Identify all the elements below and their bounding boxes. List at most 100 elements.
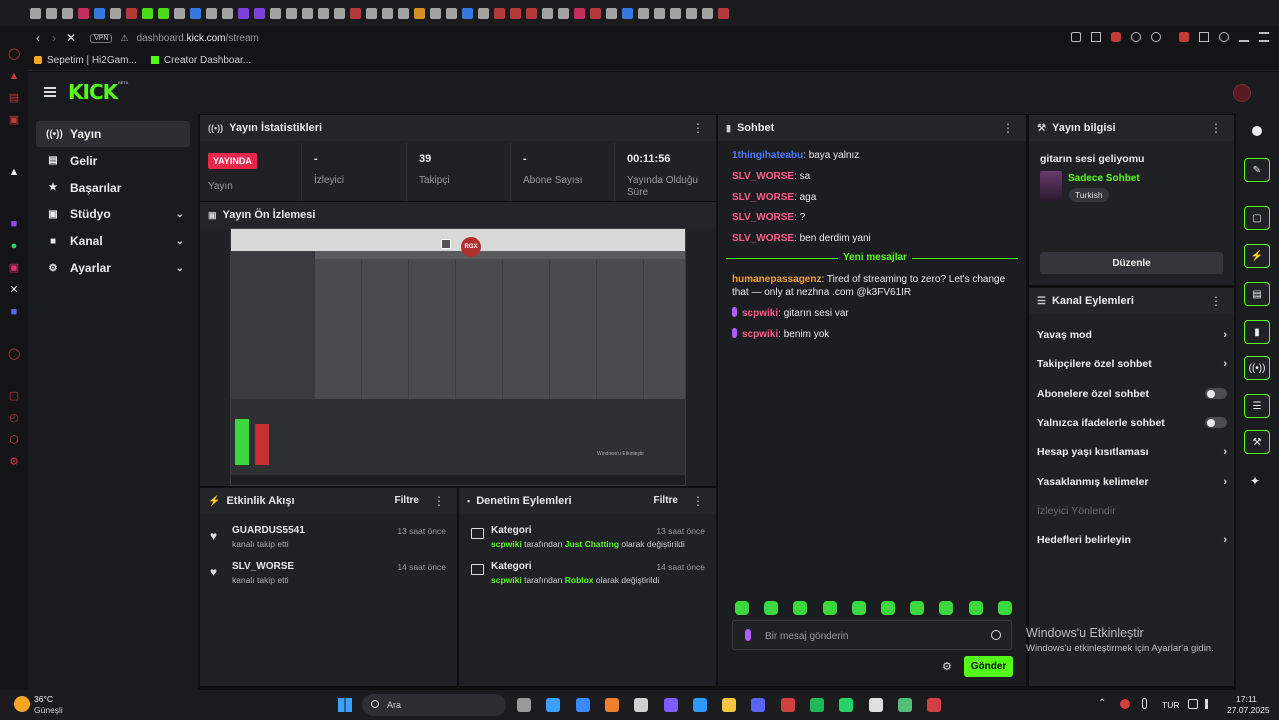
- browser-tab[interactable]: [350, 7, 361, 19]
- shield-icon[interactable]: [1111, 32, 1121, 42]
- lightning-tool-button[interactable]: ⚡: [1244, 244, 1270, 268]
- category-link[interactable]: Sadece Sohbet: [1068, 173, 1140, 184]
- browser-tab[interactable]: [206, 7, 217, 19]
- browser-tab[interactable]: [366, 7, 377, 19]
- pin-icon[interactable]: ▢: [8, 390, 20, 402]
- browser-tab[interactable]: [638, 7, 649, 19]
- browser-tab[interactable]: [190, 7, 201, 19]
- chat-username[interactable]: 1thingihateabu: [732, 150, 803, 161]
- emote-icon[interactable]: [910, 601, 925, 615]
- emote-icon[interactable]: [764, 601, 779, 615]
- taskbar-app-icon[interactable]: [692, 698, 707, 712]
- browser-tab[interactable]: [302, 7, 313, 19]
- volume-icon[interactable]: [1205, 699, 1215, 709]
- browser-tab[interactable]: [174, 7, 185, 19]
- kick-logo[interactable]: KICK BETA: [68, 80, 128, 104]
- channel-action-item[interactable]: Takipçilere özel sohbet ›: [1037, 351, 1227, 377]
- chat-username[interactable]: humanepassagenz: [732, 274, 821, 285]
- mod-user[interactable]: scpwiki: [491, 575, 522, 585]
- taskbar-app-icon[interactable]: [780, 698, 795, 712]
- emote-icon[interactable]: [997, 601, 1012, 615]
- browser-tab[interactable]: [718, 7, 729, 19]
- taskbar-app-icon[interactable]: [722, 698, 737, 712]
- browser-tab[interactable]: [606, 7, 617, 19]
- chat-tool-button[interactable]: ▮: [1244, 320, 1270, 344]
- mod-user[interactable]: scpwiki: [491, 539, 522, 549]
- instagram-icon[interactable]: ▣: [8, 262, 20, 274]
- taskbar-app-icon[interactable]: [751, 698, 766, 712]
- menu-icon[interactable]: [1259, 32, 1269, 42]
- browser-tab[interactable]: [318, 7, 329, 19]
- vpn-badge[interactable]: VPN: [90, 33, 113, 43]
- edit-button[interactable]: Düzenle: [1040, 252, 1223, 274]
- emote-icon[interactable]: [735, 601, 749, 615]
- browser-tab[interactable]: [78, 7, 89, 19]
- browser-tab[interactable]: [398, 7, 409, 19]
- channel-action-item[interactable]: Yasaklanmış kelimeler ›: [1037, 469, 1227, 495]
- taskbar-app-icon[interactable]: [634, 698, 649, 712]
- bookmark-creator-dashboard[interactable]: Creator Dashboar...: [150, 55, 251, 66]
- emote-icon[interactable]: [939, 601, 954, 615]
- clipboard-tool-button[interactable]: ▤: [1244, 282, 1270, 306]
- browser-tab[interactable]: [30, 7, 41, 19]
- wallet-icon[interactable]: ▣: [8, 114, 20, 126]
- clock-time[interactable]: 17:11: [1236, 694, 1257, 704]
- url-field[interactable]: dashboard.kick.com/stream: [137, 33, 259, 44]
- emote-icon[interactable]: [968, 601, 983, 615]
- browser-tab[interactable]: [526, 7, 537, 19]
- clock-date[interactable]: 27.07.2025: [1227, 705, 1270, 715]
- bookmark-icon[interactable]: [1071, 32, 1081, 42]
- language-indicator[interactable]: TUR: [1162, 700, 1179, 710]
- browser-tab[interactable]: [494, 7, 505, 19]
- browser-tab[interactable]: [574, 7, 585, 19]
- info-icon[interactable]: [1252, 126, 1262, 136]
- more-options-icon[interactable]: ⋮: [433, 494, 445, 508]
- taskbar-app-icon[interactable]: [810, 698, 824, 712]
- mod-value[interactable]: Roblox: [565, 575, 594, 585]
- chat-message[interactable]: 1thingihateabu: baya yalnız: [732, 149, 1012, 162]
- list-item[interactable]: ♥ SLV_WORSE kanalı takip etti 14 saat önce: [210, 560, 450, 594]
- chat-username[interactable]: SLV_WORSE: [732, 192, 794, 203]
- more-options-icon[interactable]: ⋮: [1210, 121, 1222, 135]
- browser-tab[interactable]: [462, 7, 473, 19]
- chat-message[interactable]: humanepassagenz: Tired of streaming to z…: [732, 273, 1017, 299]
- heart-icon[interactable]: [1151, 32, 1161, 42]
- popout-icon[interactable]: [441, 239, 451, 249]
- more-options-icon[interactable]: ⋮: [692, 121, 704, 135]
- taskbar-search[interactable]: Ara: [362, 694, 506, 716]
- list-item[interactable]: Kategori scpwiki tarafından Roblox olarak…: [469, 560, 709, 594]
- list-item[interactable]: Kategori scpwiki tarafından Just Chatting…: [469, 524, 709, 558]
- chat-input[interactable]: Bir mesaj gönderin: [732, 620, 1012, 650]
- taskbar-app-icon[interactable]: [868, 698, 883, 712]
- download-icon[interactable]: [1239, 32, 1249, 42]
- user-avatar[interactable]: [1233, 84, 1251, 102]
- taskbar-app-icon[interactable]: [575, 698, 590, 712]
- mod-value[interactable]: Just Chatting: [565, 539, 619, 549]
- browser-tab[interactable]: [510, 7, 521, 19]
- taskbar-app-icon[interactable]: [897, 698, 912, 712]
- discord-icon[interactable]: ■: [8, 306, 20, 318]
- channel-action-item[interactable]: Hedefleri belirleyin ›: [1037, 527, 1227, 553]
- filter-button[interactable]: Filtre: [395, 495, 419, 506]
- filter-button[interactable]: Filtre: [654, 495, 678, 506]
- bookmark-sepetim[interactable]: Sepetim | Hi2Gam...: [34, 55, 137, 66]
- toggle-switch[interactable]: [1205, 417, 1227, 429]
- browser-tab[interactable]: [238, 7, 249, 19]
- list-item[interactable]: ♥ GUARDUS5541 kanalı takip etti 13 saat önc…: [210, 524, 450, 558]
- aria-icon[interactable]: ▲: [8, 70, 20, 82]
- tray-chevron-icon[interactable]: ⌃: [1098, 698, 1106, 709]
- channel-action-item[interactable]: Yavaş mod ›: [1037, 322, 1227, 348]
- chat-message[interactable]: scpwiki: gitarın sesi var: [732, 307, 1017, 320]
- browser-tab[interactable]: [622, 7, 633, 19]
- crop-tool-button[interactable]: ▢: [1244, 206, 1270, 230]
- emote-icon[interactable]: [851, 601, 866, 615]
- taskbar-app-icon[interactable]: [663, 698, 678, 712]
- more-options-icon[interactable]: ⋮: [1210, 294, 1222, 308]
- browser-tab[interactable]: [414, 7, 425, 19]
- chat-username[interactable]: scpwiki: [742, 329, 778, 340]
- send-button[interactable]: Gönder: [964, 656, 1013, 677]
- nav-item[interactable]: ⚙ Ayarlar ⌄: [36, 255, 190, 281]
- browser-tab[interactable]: [142, 7, 153, 19]
- browser-tab[interactable]: [158, 7, 169, 19]
- kick-side-icon[interactable]: ▲: [8, 166, 20, 178]
